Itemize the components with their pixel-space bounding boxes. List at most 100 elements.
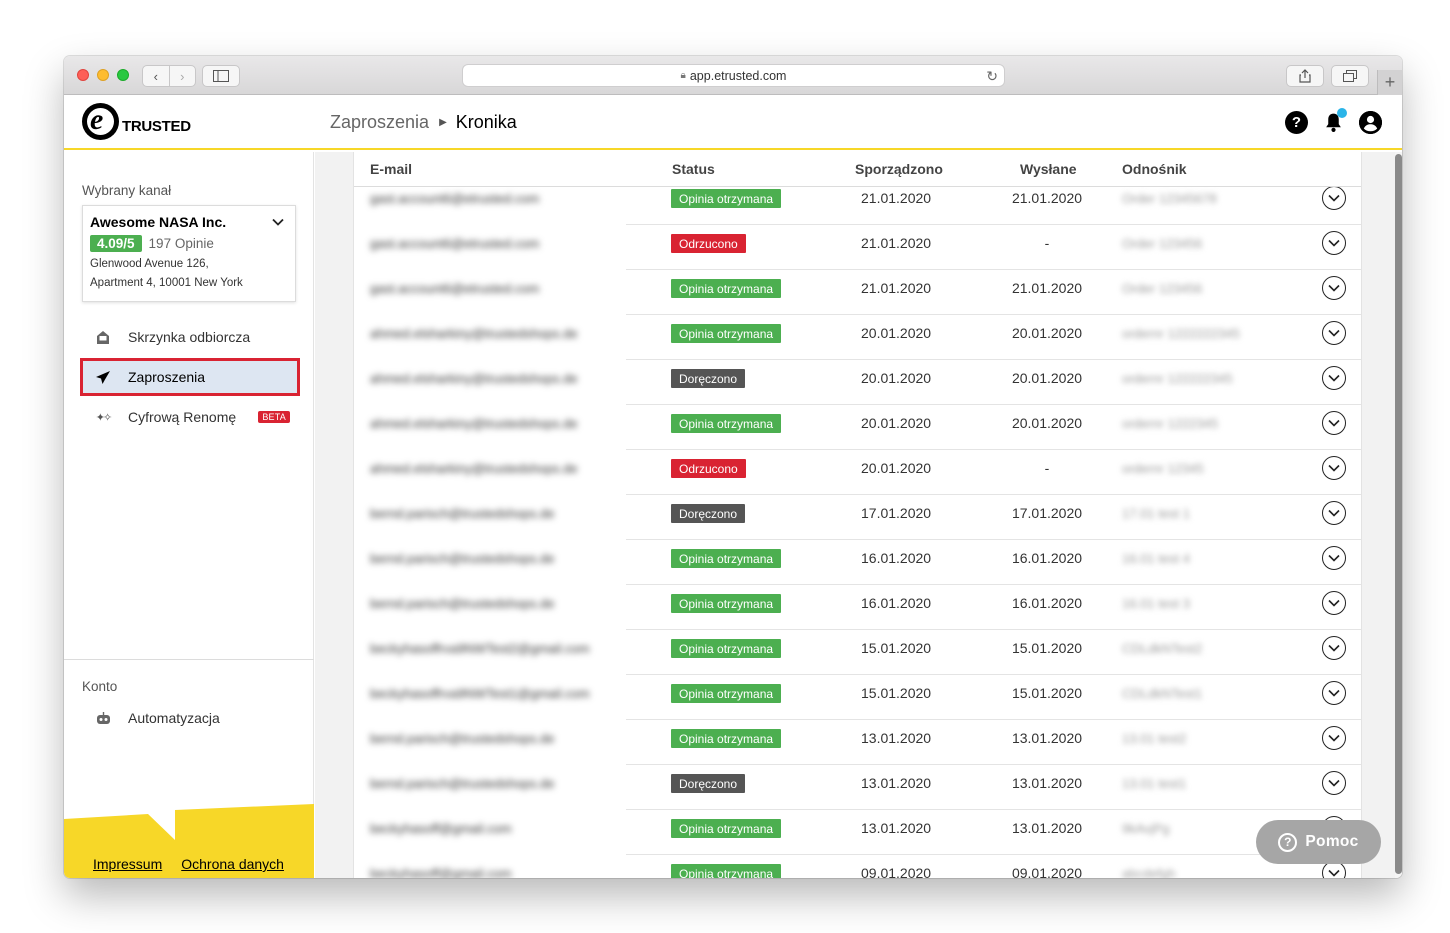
scrollbar[interactable] [1395, 152, 1402, 878]
column-sent[interactable]: Wysłane [1020, 161, 1077, 177]
scrollbar-thumb[interactable] [1395, 154, 1402, 874]
plus-icon: + [1384, 72, 1396, 92]
expand-row-button[interactable] [1322, 771, 1346, 795]
expand-row-button[interactable] [1322, 456, 1346, 480]
tabs-icon [1343, 70, 1357, 82]
user-avatar-icon[interactable] [1359, 111, 1382, 134]
sidebar: Wybrany kanał Awesome NASA Inc. 4.09/5 1… [64, 152, 314, 878]
status-badge: Opinia otrzymana [671, 819, 782, 838]
back-icon[interactable]: ‹ [143, 66, 169, 86]
chevron-down-icon [1328, 464, 1340, 472]
column-status[interactable]: Status [672, 161, 715, 177]
status-badge: Opinia otrzymana [671, 684, 782, 703]
etrusted-logo[interactable]: e TRUSTED [82, 103, 191, 140]
chevron-down-icon [1328, 599, 1340, 607]
expand-row-button[interactable] [1322, 411, 1346, 435]
expand-row-button[interactable] [1322, 501, 1346, 525]
sent-date-cell: 13.01.2020 [1011, 820, 1083, 836]
share-button[interactable] [1286, 65, 1324, 87]
close-window-button[interactable] [77, 69, 89, 81]
tabs-overview-button[interactable] [1331, 65, 1369, 87]
table-row: ahmed.elsharkiny@trustedshops.de Odrzucon… [354, 450, 1361, 495]
expand-row-button[interactable] [1322, 276, 1346, 300]
new-tab-button[interactable]: + [1377, 70, 1402, 95]
sidebar-item-digital-reputation[interactable]: ✦✧ Cyfrową Renomę BETA [80, 398, 300, 436]
expand-row-button[interactable] [1322, 591, 1346, 615]
reference-cell: 17.01 test 1 [1122, 506, 1190, 521]
column-reference[interactable]: Odnośnik [1122, 161, 1187, 177]
created-date-cell: 20.01.2020 [861, 325, 932, 341]
reload-icon[interactable]: ↻ [986, 68, 998, 85]
email-cell: bernd.parisch@trustedshops.de [370, 506, 555, 521]
reference-cell: Order 123456 [1122, 281, 1203, 296]
table-header: E-mail Status Sporządzono Wysłane Odnośn… [354, 152, 1361, 187]
sent-date-cell: 16.01.2020 [1011, 595, 1083, 611]
sent-date-cell: 09.01.2020 [1011, 865, 1083, 878]
email-cell: bernd.parisch@trustedshops.de [370, 551, 555, 566]
chevron-down-icon [1328, 374, 1340, 382]
invitations-table: gast.account6@etrusted.com Opinia otrzyma… [353, 152, 1362, 878]
status-badge: Opinia otrzymana [671, 639, 782, 658]
sidebar-divider [64, 659, 314, 660]
reference-cell: 13.01 test2 [1122, 731, 1187, 746]
sidebar-item-label: Cyfrową Renomę [128, 409, 237, 425]
chevron-down-icon [1328, 239, 1340, 247]
address-bar[interactable]: 🔒︎ app.etrusted.com ↻ [462, 64, 1005, 87]
expand-row-button[interactable] [1322, 681, 1346, 705]
forward-icon[interactable]: › [168, 66, 196, 86]
email-cell: beckyhasoffrva9NWTest2@gmail.com [370, 641, 590, 656]
created-date-cell: 13.01.2020 [861, 730, 932, 746]
channel-selector[interactable]: Awesome NASA Inc. 4.09/5 197 Opinie Glen… [82, 205, 296, 302]
reference-cell: 16.01 test 3 [1122, 596, 1190, 611]
table-row: bernd.parisch@trustedshops.de Doręczono 17… [354, 495, 1361, 540]
expand-row-button[interactable] [1322, 231, 1346, 255]
email-cell: beckyhasoff@gmail.com [370, 821, 512, 836]
main-content: gast.account6@etrusted.com Opinia otrzyma… [315, 152, 1402, 878]
help-button[interactable]: ? Pomoc [1256, 820, 1381, 864]
sidebar-item-label: Automatyzacja [128, 710, 220, 726]
privacy-link[interactable]: Ochrona danych [181, 856, 284, 872]
table-row: ahmed.elsharkiny@trustedshops.de Opinia o… [354, 405, 1361, 450]
impressum-link[interactable]: Impressum [93, 856, 162, 872]
chevron-down-icon [272, 218, 284, 226]
breadcrumb-invitations[interactable]: Zaproszenia [330, 112, 429, 133]
status-badge: Opinia otrzymana [671, 414, 782, 433]
email-cell: ahmed.elsharkiny@trustedshops.de [370, 416, 578, 431]
rating-badge: 4.09/5 [90, 235, 142, 252]
status-badge: Odrzucono [671, 234, 746, 253]
reference-cell: ordernr 1222222345 [1122, 326, 1240, 341]
logo-e-mark: e [82, 103, 119, 140]
expand-row-button[interactable] [1322, 321, 1346, 345]
expand-row-button[interactable] [1322, 186, 1346, 210]
expand-row-button[interactable] [1322, 636, 1346, 660]
help-icon[interactable]: ? [1285, 111, 1308, 134]
breadcrumb: Zaproszenia ▶ Kronika [330, 112, 517, 133]
sent-date-cell: 21.01.2020 [1011, 280, 1083, 296]
expand-row-button[interactable] [1322, 726, 1346, 750]
column-email[interactable]: E-mail [370, 161, 412, 177]
email-cell: ahmed.elsharkiny@trustedshops.de [370, 461, 578, 476]
table-row: beckyhasoff@gmail.com Opinia otrzymana 09.… [354, 855, 1361, 878]
sidebar-item-automation[interactable]: Automatyzacja [80, 699, 300, 737]
sent-date-cell: 20.01.2020 [1011, 370, 1083, 386]
expand-row-button[interactable] [1322, 366, 1346, 390]
minimize-window-button[interactable] [97, 69, 109, 81]
sidebar-toggle-button[interactable] [202, 65, 240, 87]
beta-badge: BETA [258, 411, 290, 423]
created-date-cell: 20.01.2020 [861, 370, 932, 386]
sent-date-cell: 20.01.2020 [1011, 325, 1083, 341]
notifications-icon[interactable] [1322, 108, 1347, 134]
sidebar-item-inbox[interactable]: Skrzynka odbiorcza [80, 318, 300, 356]
url-text: app.etrusted.com [689, 68, 787, 83]
sidebar-item-invitations[interactable]: Zaproszenia [80, 358, 300, 396]
zoom-window-button[interactable] [117, 69, 129, 81]
created-date-cell: 09.01.2020 [861, 865, 932, 878]
question-icon: ? [1278, 832, 1298, 852]
reference-cell: abcdefgh [1122, 866, 1176, 878]
sent-date-cell: 15.01.2020 [1011, 685, 1083, 701]
column-created[interactable]: Sporządzono [855, 161, 943, 177]
expand-row-button[interactable] [1322, 546, 1346, 570]
sent-date-cell: 15.01.2020 [1011, 640, 1083, 656]
status-badge: Opinia otrzymana [671, 324, 782, 343]
sent-date-cell: 16.01.2020 [1011, 550, 1083, 566]
